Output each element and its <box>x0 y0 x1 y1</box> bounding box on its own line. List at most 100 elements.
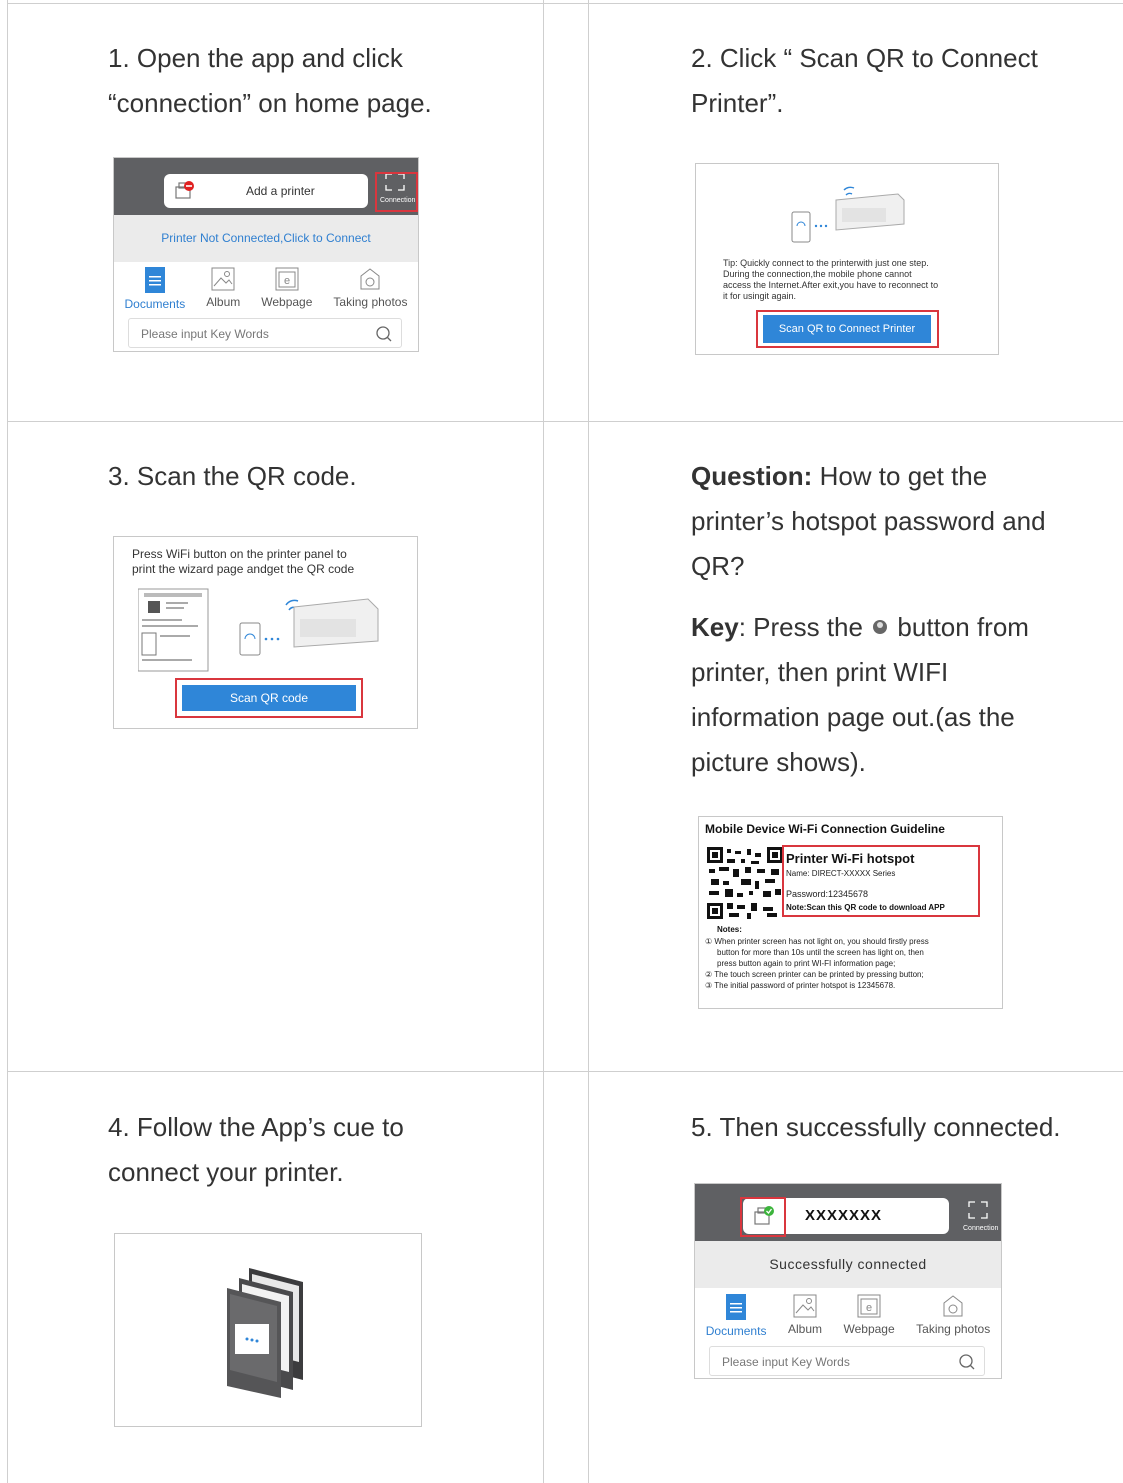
key-line-3: information page out.(as the <box>691 702 1015 732</box>
step-4-line-2: connect your printer. <box>108 1157 344 1187</box>
app-home-screenshot: Add a printer Connection Printer Not Con… <box>113 157 419 352</box>
phones-illustration <box>227 1268 303 1398</box>
search-icon <box>959 1354 975 1370</box>
step-4-line-1: 4. Follow the App’s cue to <box>108 1112 404 1142</box>
key-label: Key <box>691 612 739 642</box>
album-icon <box>211 267 235 291</box>
key-line-1: Key: Press the button from <box>691 605 1029 650</box>
scan-qr-line-1: Press WiFi button on the printer panel t… <box>132 547 347 561</box>
note-1a: ① When printer screen has not light on, … <box>705 937 929 946</box>
printer-error-icon <box>175 181 194 199</box>
step-1-text: 1. Open the app and click “connection” o… <box>108 36 432 126</box>
grid-line <box>7 421 1123 422</box>
search-input[interactable]: Please input Key Words <box>128 318 402 348</box>
scan-qr-line-2: print the wizard page andget the QR code <box>132 562 355 576</box>
webpage-icon: e <box>275 267 299 291</box>
step-4-text: 4. Follow the App’s cue to connect your … <box>108 1105 404 1195</box>
tab-bar: Documents Album e Webpage Taking photos <box>695 1294 1001 1338</box>
note-1c: press button again to print WI-FI inform… <box>717 959 896 968</box>
tab-taking-photos-label: Taking photos <box>916 1322 991 1336</box>
step-5-text: 5. Then successfully connected. <box>691 1112 1061 1142</box>
tab-taking-photos[interactable]: Taking photos <box>333 267 407 311</box>
tab-webpage[interactable]: e Webpage <box>261 267 312 311</box>
webpage-icon-letter: e <box>284 275 290 287</box>
highlight-box <box>375 172 418 212</box>
key-block: Key: Press the button from printer, then… <box>691 605 1029 785</box>
note-3: ③ The initial password of printer hotspo… <box>705 981 896 990</box>
key-text-1b: button from <box>890 612 1029 642</box>
document-icon <box>726 1294 747 1320</box>
note-2: ② The touch screen printer can be printe… <box>705 970 924 979</box>
wifi-info-page-screenshot: Mobile Device Wi-Fi Connection Guideline… <box>698 816 1003 1009</box>
tip-line-4: it for usingit again. <box>723 291 797 301</box>
search-placeholder: Please input Key Words <box>141 327 269 341</box>
tab-webpage-label: Webpage <box>843 1322 895 1336</box>
scan-frame-icon <box>968 1201 988 1219</box>
wifi-page-title: Mobile Device Wi-Fi Connection Guideline <box>705 822 945 836</box>
key-text-1a: : Press the <box>738 612 871 642</box>
scan-qr-screenshot: Press WiFi button on the printer panel t… <box>113 536 418 729</box>
question-line-1: Question: How to get the <box>691 454 1046 499</box>
add-printer-label: Add a printer <box>246 184 315 198</box>
tip-line-3: access the Internet.After exit,you have … <box>723 280 939 290</box>
wifi-button-icon <box>873 620 888 634</box>
not-connected-link[interactable]: Printer Not Connected,Click to Connect <box>114 215 418 262</box>
note-1b: button for more than 10s until the scree… <box>717 948 924 957</box>
highlight-box <box>740 1197 786 1237</box>
question-block: Question: How to get the printer’s hotsp… <box>691 454 1046 589</box>
connection-label: Connection <box>963 1225 999 1232</box>
webpage-icon-letter: e <box>866 1302 872 1314</box>
step-2-text: 2. Click “ Scan QR to Connect Printer”. <box>691 36 1038 126</box>
search-placeholder: Please input Key Words <box>722 1355 850 1369</box>
question-label: Question: <box>691 461 813 491</box>
webpage-icon: e <box>857 1294 881 1318</box>
tab-album[interactable]: Album <box>206 267 240 311</box>
step-2-line-1: 2. Click “ Scan QR to Connect <box>691 43 1038 73</box>
scan-qr-instructions: Press WiFi button on the printer panel t… <box>132 547 354 577</box>
grid-line <box>588 0 589 1483</box>
album-icon <box>793 1294 817 1318</box>
question-text-1: How to get the <box>812 461 988 491</box>
connected-status: Successfully connected <box>695 1241 1001 1288</box>
tab-album-label: Album <box>787 1322 822 1336</box>
app-top-bar: Add a printer Connection <box>114 158 418 215</box>
step-2-line-2: Printer”. <box>691 88 784 118</box>
notes-label: Notes: <box>717 925 742 934</box>
tab-webpage[interactable]: e Webpage <box>844 1294 895 1338</box>
tip-line-1: Tip: Quickly connect to the printerwith … <box>723 258 929 268</box>
tab-documents[interactable]: Documents <box>706 1294 766 1338</box>
grid-line <box>543 0 544 1483</box>
camera-icon <box>360 268 380 290</box>
printer-name: XXXXXXX <box>805 1207 883 1224</box>
step-1-line-1: 1. Open the app and click <box>108 43 403 73</box>
highlight-box <box>175 678 363 718</box>
tab-webpage-label: Webpage <box>261 295 313 309</box>
follow-cue-screenshot <box>114 1233 422 1427</box>
step-3-text: 3. Scan the QR code. <box>108 461 357 491</box>
highlight-box <box>756 310 939 348</box>
tab-bar: Documents Album e Webpage Taking photos <box>114 267 418 311</box>
connected-screenshot: XXXXXXX Connection Successfully connecte… <box>694 1183 1002 1379</box>
grid-line <box>7 3 1123 4</box>
connection-button[interactable]: Connection <box>963 1200 999 1234</box>
tab-taking-photos[interactable]: Taking photos <box>916 1294 990 1338</box>
question-line-2: printer’s hotspot password and <box>691 506 1046 536</box>
tab-documents[interactable]: Documents <box>125 267 185 311</box>
step-1-line-2: “connection” on home page. <box>108 88 432 118</box>
key-line-4: picture shows). <box>691 747 866 777</box>
phone-printer-illustration <box>791 186 905 243</box>
tab-taking-photos-label: Taking photos <box>333 295 408 309</box>
camera-icon <box>943 1295 963 1317</box>
question-line-3: QR? <box>691 551 745 581</box>
key-line-2: printer, then print WIFI <box>691 657 949 687</box>
add-printer-field[interactable]: Add a printer <box>164 174 368 208</box>
highlight-box <box>782 845 980 917</box>
notes-list: ① When printer screen has not light on, … <box>705 936 929 991</box>
wizard-page-illustration <box>138 588 379 672</box>
scan-connect-screenshot: Tip: Quickly connect to the printerwith … <box>695 163 999 355</box>
grid-line <box>7 0 8 1483</box>
tab-album[interactable]: Album <box>788 1294 822 1338</box>
search-input[interactable]: Please input Key Words <box>709 1346 985 1376</box>
qr-code-image <box>707 847 783 919</box>
tip-text: Tip: Quickly connect to the printerwith … <box>723 258 938 302</box>
